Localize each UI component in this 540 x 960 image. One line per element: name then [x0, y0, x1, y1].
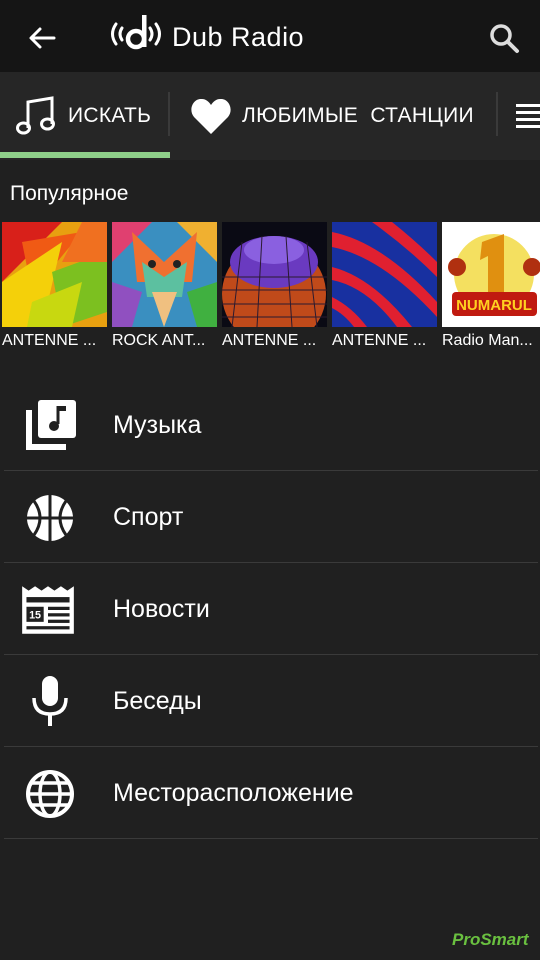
- station-artwork-stripes: [332, 222, 437, 327]
- dub-radio-logo-icon: [111, 15, 161, 50]
- category-news-label: Новости: [113, 595, 210, 623]
- app-bar: Dub Radio: [0, 0, 540, 72]
- station-label[interactable]: ROCK ANT...: [112, 332, 218, 350]
- tab-divider: [496, 92, 498, 136]
- category-sport-label: Спорт: [113, 503, 184, 531]
- station-thumbnail[interactable]: [112, 222, 217, 327]
- tab-search-label: ИСКАТЬ: [68, 104, 152, 127]
- tab-selected-indicator: [0, 152, 170, 158]
- app-title: Dub Radio: [172, 22, 305, 52]
- music-note-icon: [16, 96, 55, 135]
- station-artwork-mosaic: [112, 222, 217, 327]
- station-thumbnail[interactable]: [2, 222, 107, 327]
- heart-icon: [191, 98, 231, 134]
- basketball-icon: [27, 495, 73, 541]
- music-library-icon: [26, 400, 76, 450]
- newspaper-icon: 15: [22, 586, 74, 634]
- station-thumbnail[interactable]: [332, 222, 437, 327]
- tab-search[interactable]: ИСКАТЬ: [0, 72, 170, 160]
- category-music[interactable]: Музыка: [4, 380, 538, 471]
- station-artwork-numarul-1: NUMARUL: [442, 222, 540, 327]
- popular-section-title: Популярное: [10, 182, 129, 205]
- category-talk-label: Беседы: [113, 687, 202, 715]
- category-location-label: Месторасположение: [113, 779, 354, 807]
- tab-favorites-label: ЛЮБИМЫЕ СТАНЦИИ: [242, 104, 474, 127]
- globe-icon: [26, 770, 74, 818]
- station-thumbnail[interactable]: [222, 222, 327, 327]
- category-music-label: Музыка: [113, 411, 202, 439]
- station-artwork-feathers: [2, 222, 107, 327]
- tab-bar: ИСКАТЬ ЛЮБИМЫЕ СТАНЦИИ: [0, 72, 540, 160]
- station-label[interactable]: ANTENNE ...: [2, 332, 108, 350]
- station-label[interactable]: ANTENNE ...: [222, 332, 328, 350]
- station-label[interactable]: ANTENNE ...: [332, 332, 438, 350]
- back-arrow-icon[interactable]: [24, 20, 60, 56]
- svg-text:NUMARUL: NUMARUL: [456, 297, 532, 314]
- list-icon: [516, 104, 540, 128]
- tab-list[interactable]: [500, 72, 540, 160]
- category-talk[interactable]: Беседы: [4, 656, 538, 747]
- microphone-icon: [32, 676, 68, 726]
- category-location[interactable]: Месторасположение: [4, 748, 538, 839]
- svg-text:15: 15: [29, 610, 41, 622]
- prosmart-watermark: ProSmart: [452, 930, 529, 949]
- search-icon[interactable]: [486, 20, 522, 56]
- station-artwork-dome: [222, 222, 327, 327]
- category-news[interactable]: 15 Новости: [4, 564, 538, 655]
- station-thumbnail[interactable]: NUMARUL: [442, 222, 540, 327]
- tab-favorites[interactable]: ЛЮБИМЫЕ СТАНЦИИ: [170, 72, 500, 160]
- category-sport[interactable]: Спорт: [4, 472, 538, 563]
- station-label[interactable]: Radio Man...: [442, 332, 540, 350]
